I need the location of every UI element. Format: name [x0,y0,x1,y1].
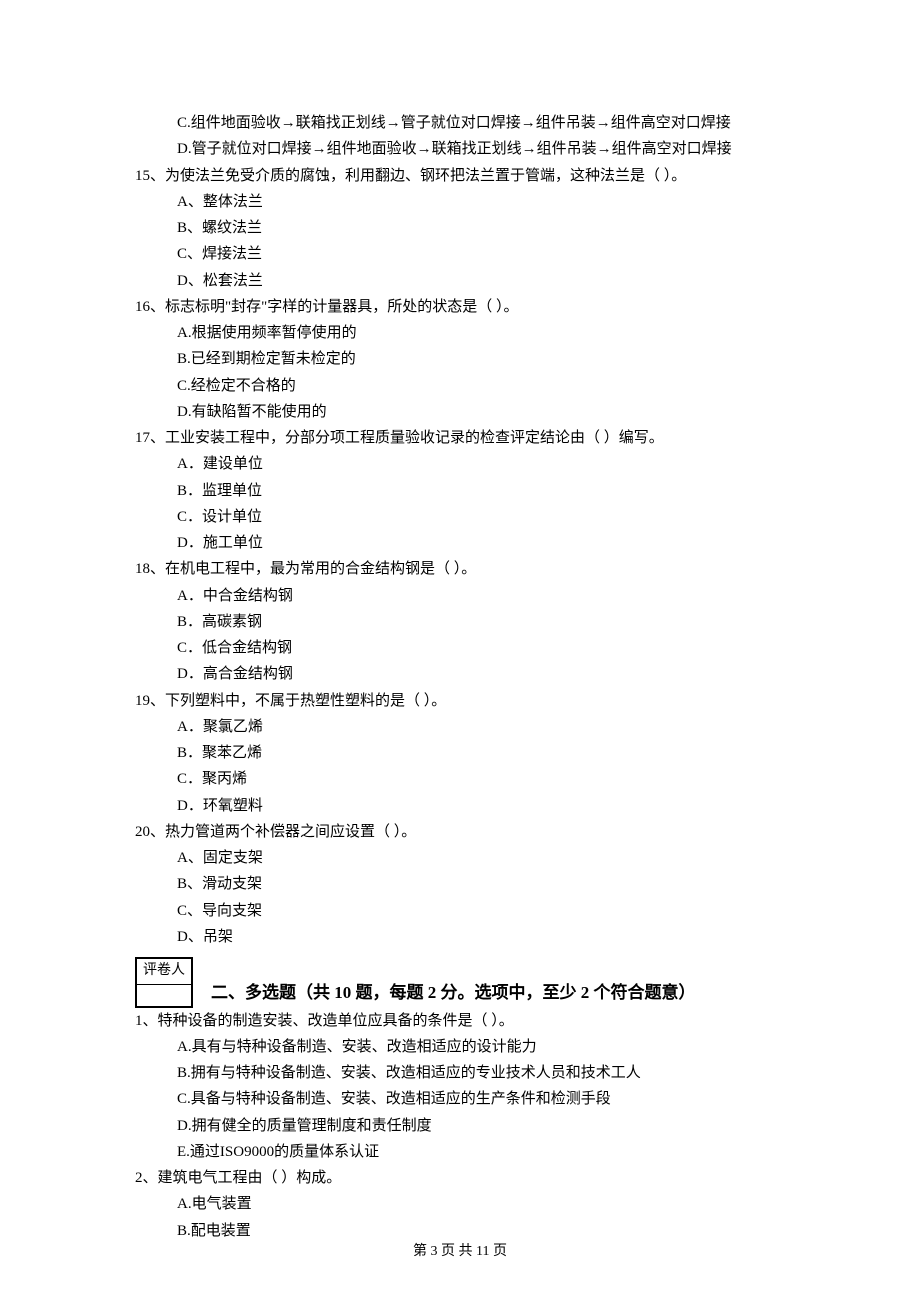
question-19: 19、下列塑料中，不属于热塑性塑料的是（ ）。 [135,688,785,714]
question-15: 15、为使法兰免受介质的腐蚀，利用翻边、钢环把法兰置于管端，这种法兰是（ ）。 [135,163,785,189]
question-stem: 标志标明"封存"字样的计量器具，所处的状态是（ ）。 [165,299,519,315]
q19-option-b: B．聚苯乙烯 [135,740,785,766]
q17-option-d: D．施工单位 [135,530,785,556]
mq1-option-b: B.拥有与特种设备制造、安装、改造相适应的专业技术人员和技术工人 [135,1060,785,1086]
q19-option-c: C．聚丙烯 [135,766,785,792]
q16-option-d: D.有缺陷暂不能使用的 [135,399,785,425]
question-num: 17、 [135,430,165,446]
page-footer: 第 3 页 共 11 页 [0,1240,920,1265]
question-stem: 工业安装工程中，分部分项工程质量验收记录的检查评定结论由（ ）编写。 [165,430,664,446]
question-stem: 为使法兰免受介质的腐蚀，利用翻边、钢环把法兰置于管端，这种法兰是（ ）。 [165,168,686,184]
question-stem: 在机电工程中，最为常用的合金结构钢是（ ）。 [165,561,476,577]
q18-option-c: C．低合金结构钢 [135,635,785,661]
question-stem: 热力管道两个补偿器之间应设置（ ）。 [165,824,416,840]
mq1-option-a: A.具有与特种设备制造、安装、改造相适应的设计能力 [135,1034,785,1060]
question-18: 18、在机电工程中，最为常用的合金结构钢是（ ）。 [135,556,785,582]
question-num: 1、 [135,1013,158,1029]
mq1-option-c: C.具备与特种设备制造、安装、改造相适应的生产条件和检测手段 [135,1086,785,1112]
q15-option-c: C、焊接法兰 [135,241,785,267]
q16-option-b: B.已经到期检定暂未检定的 [135,346,785,372]
question-stem: 建筑电气工程由（ ）构成。 [158,1170,342,1186]
q19-option-d: D．环氧塑料 [135,793,785,819]
q15-option-b: B、螺纹法兰 [135,215,785,241]
q20-option-c: C、导向支架 [135,898,785,924]
question-stem: 特种设备的制造安装、改造单位应具备的条件是（ ）。 [158,1013,514,1029]
question-num: 19、 [135,693,165,709]
q19-option-a: A．聚氯乙烯 [135,714,785,740]
grader-blank [137,984,192,1006]
q20-option-d: D、吊架 [135,924,785,950]
prev-question-option-c: C.组件地面验收→联箱找正划线→管子就位对口焊接→组件吊装→组件高空对口焊接 [135,110,785,136]
question-17: 17、工业安装工程中，分部分项工程质量验收记录的检查评定结论由（ ）编写。 [135,425,785,451]
q17-option-a: A．建设单位 [135,451,785,477]
question-20: 20、热力管道两个补偿器之间应设置（ ）。 [135,819,785,845]
q16-option-a: A.根据使用频率暂停使用的 [135,320,785,346]
multi-question-2: 2、建筑电气工程由（ ）构成。 [135,1165,785,1191]
question-num: 16、 [135,299,165,315]
section-2-heading: 二、多选题（共 10 题，每题 2 分。选项中，至少 2 个符合题意） [193,978,696,1008]
q15-option-a: A、整体法兰 [135,189,785,215]
q20-option-a: A、固定支架 [135,845,785,871]
q18-option-b: B．高碳素钢 [135,609,785,635]
grader-box: 评卷人 [135,957,193,1008]
q16-option-c: C.经检定不合格的 [135,373,785,399]
q17-option-c: C．设计单位 [135,504,785,530]
question-num: 20、 [135,824,165,840]
grader-label: 评卷人 [137,959,192,985]
q20-option-b: B、滑动支架 [135,871,785,897]
mq1-option-e: E.通过ISO9000的质量体系认证 [135,1139,785,1165]
q15-option-d: D、松套法兰 [135,268,785,294]
question-num: 2、 [135,1170,158,1186]
mq1-option-d: D.拥有健全的质量管理制度和责任制度 [135,1113,785,1139]
q18-option-a: A．中合金结构钢 [135,583,785,609]
question-stem: 下列塑料中，不属于热塑性塑料的是（ ）。 [165,693,446,709]
q17-option-b: B．监理单位 [135,478,785,504]
question-16: 16、标志标明"封存"字样的计量器具，所处的状态是（ ）。 [135,294,785,320]
mq2-option-a: A.电气装置 [135,1191,785,1217]
prev-question-option-d: D.管子就位对口焊接→组件地面验收→联箱找正划线→组件吊装→组件高空对口焊接 [135,136,785,162]
multi-question-1: 1、特种设备的制造安装、改造单位应具备的条件是（ ）。 [135,1008,785,1034]
q18-option-d: D．高合金结构钢 [135,661,785,687]
question-num: 18、 [135,561,165,577]
question-num: 15、 [135,168,165,184]
